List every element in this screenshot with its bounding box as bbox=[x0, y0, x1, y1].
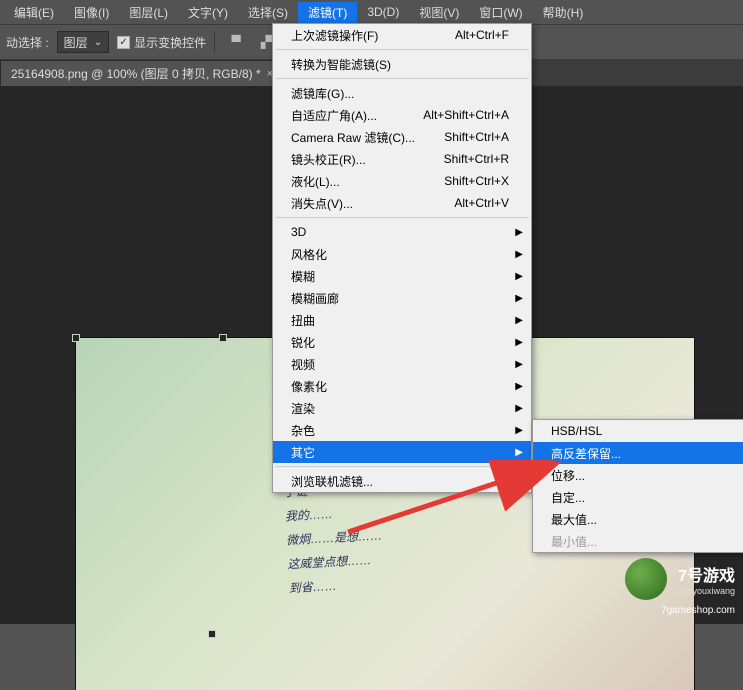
menu-item-render[interactable]: 渲染▶ bbox=[273, 397, 531, 419]
menu-separator bbox=[275, 78, 529, 79]
menu-image[interactable]: 图像(I) bbox=[64, 2, 119, 23]
other-submenu-dropdown: HSB/HSL 高反差保留... 位移... 自定... 最大值... 最小值.… bbox=[532, 419, 743, 553]
submenu-item-custom[interactable]: 自定... bbox=[533, 486, 743, 508]
submenu-item-maximum[interactable]: 最大值... bbox=[533, 508, 743, 530]
menu-item-sharpen[interactable]: 锐化▶ bbox=[273, 331, 531, 353]
submenu-arrow-icon: ▶ bbox=[515, 337, 523, 348]
menu-item-video[interactable]: 视频▶ bbox=[273, 353, 531, 375]
submenu-arrow-icon: ▶ bbox=[515, 315, 523, 326]
auto-select-value: 图层 bbox=[64, 34, 88, 51]
shortcut-label: Shift+Ctrl+A bbox=[424, 130, 509, 144]
menu-item-pixelate[interactable]: 像素化▶ bbox=[273, 375, 531, 397]
application-menubar: 编辑(E) 图像(I) 图层(L) 文字(Y) 选择(S) 滤镜(T) 3D(D… bbox=[0, 0, 743, 24]
menu-item-convert-smart-filter[interactable]: 转换为智能滤镜(S) bbox=[273, 53, 531, 75]
show-transform-controls-label: 显示变换控件 bbox=[134, 34, 206, 51]
show-transform-controls-checkbox[interactable]: ✓ 显示变换控件 bbox=[117, 34, 206, 51]
align-top-edges-button[interactable]: ▝▘ bbox=[223, 31, 249, 53]
menu-item-distort[interactable]: 扭曲▶ bbox=[273, 309, 531, 331]
auto-select-target-dropdown[interactable]: 图层 ⌄ bbox=[57, 31, 109, 53]
menu-item-camera-raw[interactable]: Camera Raw 滤镜(C)... Shift+Ctrl+A bbox=[273, 126, 531, 148]
submenu-item-hsb-hsl[interactable]: HSB/HSL bbox=[533, 420, 743, 442]
menu-separator bbox=[275, 217, 529, 218]
separator bbox=[214, 31, 215, 53]
filter-menu-dropdown: 上次滤镜操作(F) Alt+Ctrl+F 转换为智能滤镜(S) 滤镜库(G)..… bbox=[272, 23, 532, 493]
menu-edit[interactable]: 编辑(E) bbox=[4, 2, 64, 23]
align-icon: ▝▘ bbox=[227, 35, 245, 49]
transform-handle-n[interactable] bbox=[219, 334, 227, 342]
menu-item-vanishing-point[interactable]: 消失点(V)... Alt+Ctrl+V bbox=[273, 192, 531, 214]
menu-filter[interactable]: 滤镜(T) bbox=[298, 2, 357, 23]
menu-item-last-filter[interactable]: 上次滤镜操作(F) Alt+Ctrl+F bbox=[273, 24, 531, 46]
submenu-arrow-icon: ▶ bbox=[515, 271, 523, 282]
menu-item-browse-online-filters[interactable]: 浏览联机滤镜... bbox=[273, 470, 531, 492]
shortcut-label: Alt+Ctrl+F bbox=[435, 28, 509, 42]
menu-select[interactable]: 选择(S) bbox=[238, 2, 298, 23]
checkbox-checked-icon: ✓ bbox=[117, 36, 130, 49]
menu-item-filter-gallery[interactable]: 滤镜库(G)... bbox=[273, 82, 531, 104]
shortcut-label: Shift+Ctrl+X bbox=[424, 174, 509, 188]
transform-handle-nw[interactable] bbox=[72, 334, 80, 342]
shortcut-label: Alt+Shift+Ctrl+A bbox=[403, 108, 509, 122]
menu-item-liquify[interactable]: 液化(L)... Shift+Ctrl+X bbox=[273, 170, 531, 192]
submenu-arrow-icon: ▶ bbox=[515, 359, 523, 370]
submenu-arrow-icon: ▶ bbox=[515, 249, 523, 260]
submenu-item-offset[interactable]: 位移... bbox=[533, 464, 743, 486]
shortcut-label: Shift+Ctrl+R bbox=[424, 152, 509, 166]
menu-item-other[interactable]: 其它▶ bbox=[273, 441, 531, 463]
submenu-item-high-pass[interactable]: 高反差保留... bbox=[533, 442, 743, 464]
menu-view[interactable]: 视图(V) bbox=[409, 2, 469, 23]
menu-item-3d[interactable]: 3D▶ bbox=[273, 221, 531, 243]
submenu-arrow-icon: ▶ bbox=[515, 227, 523, 238]
menu-separator bbox=[275, 49, 529, 50]
transform-handle-w[interactable] bbox=[208, 630, 216, 638]
menu-item-blur-gallery[interactable]: 模糊画廊▶ bbox=[273, 287, 531, 309]
submenu-item-minimum: 最小值... bbox=[533, 530, 743, 552]
shortcut-label: Alt+Ctrl+V bbox=[434, 196, 509, 210]
menu-3d[interactable]: 3D(D) bbox=[357, 3, 409, 21]
menu-item-adaptive-wide-angle[interactable]: 自适应广角(A)... Alt+Shift+Ctrl+A bbox=[273, 104, 531, 126]
menu-layer[interactable]: 图层(L) bbox=[119, 2, 178, 23]
chevron-down-icon: ⌄ bbox=[94, 37, 102, 48]
auto-select-label: 动选择 : bbox=[6, 34, 49, 51]
menu-type[interactable]: 文字(Y) bbox=[178, 2, 238, 23]
submenu-arrow-icon: ▶ bbox=[515, 403, 523, 414]
menu-item-stylize[interactable]: 风格化▶ bbox=[273, 243, 531, 265]
submenu-arrow-icon: ▶ bbox=[515, 293, 523, 304]
menu-separator bbox=[275, 466, 529, 467]
menu-item-blur[interactable]: 模糊▶ bbox=[273, 265, 531, 287]
document-tab[interactable]: 25164908.png @ 100% (图层 0 拷贝, RGB/8) * × bbox=[0, 60, 284, 86]
submenu-arrow-icon: ▶ bbox=[515, 381, 523, 392]
submenu-arrow-icon: ▶ bbox=[515, 447, 523, 458]
menu-help[interactable]: 帮助(H) bbox=[533, 2, 594, 23]
menu-window[interactable]: 窗口(W) bbox=[469, 2, 532, 23]
submenu-arrow-icon: ▶ bbox=[515, 425, 523, 436]
menu-item-noise[interactable]: 杂色▶ bbox=[273, 419, 531, 441]
document-tab-title: 25164908.png @ 100% (图层 0 拷贝, RGB/8) * bbox=[11, 65, 261, 82]
menu-item-lens-correction[interactable]: 镜头校正(R)... Shift+Ctrl+R bbox=[273, 148, 531, 170]
